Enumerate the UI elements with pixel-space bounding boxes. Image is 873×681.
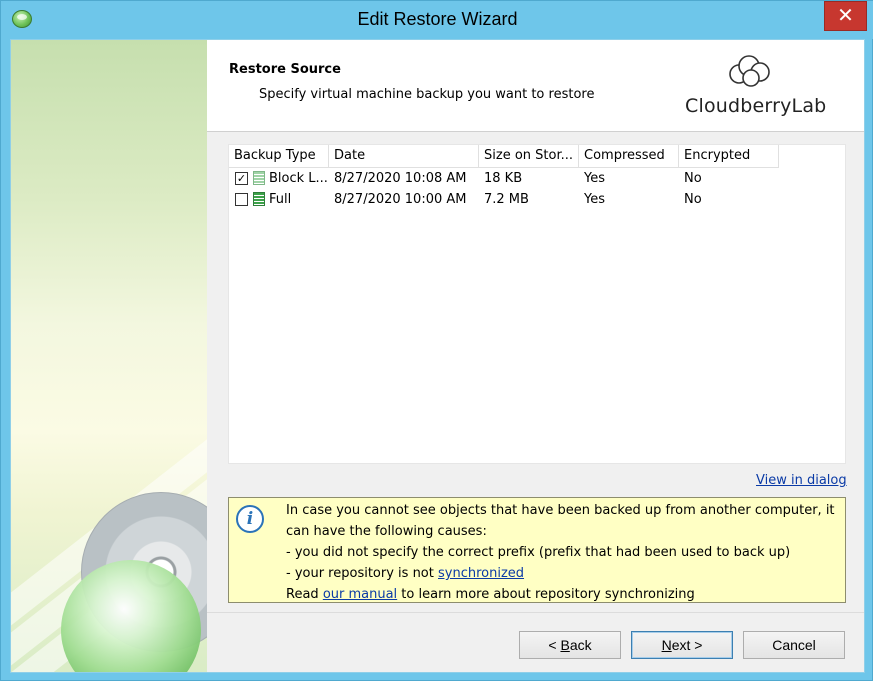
info-text-fragment: - your repository is not — [286, 566, 438, 581]
cell-encrypted: No — [684, 192, 702, 207]
cell-compressed: Yes — [584, 192, 605, 207]
view-in-dialog-link[interactable]: View in dialog — [756, 473, 847, 488]
back-button[interactable]: < Back — [519, 631, 621, 659]
cell-encrypted: No — [684, 171, 702, 186]
next-button-accelerator: N — [661, 637, 672, 653]
table-row[interactable]: Full 8/27/2020 10:00 AM 7.2 MB Yes No — [229, 189, 846, 210]
window-title: Edit Restore Wizard — [357, 9, 518, 29]
cell-size: 7.2 MB — [484, 192, 529, 207]
title-bar[interactable]: Edit Restore Wizard ✕ — [1, 1, 873, 39]
backup-list-table[interactable]: Backup Type Date Size on Stor... Compres… — [228, 144, 846, 464]
next-button[interactable]: Next > — [631, 631, 733, 659]
wizard-sidebar-art — [11, 40, 207, 672]
block-level-backup-icon — [253, 171, 265, 185]
back-button-accelerator: B — [560, 637, 570, 653]
wizard-window: Edit Restore Wizard ✕ Restore Source Spe… — [0, 0, 873, 681]
info-text: In case you cannot see objects that have… — [286, 500, 836, 605]
full-backup-icon — [253, 192, 265, 206]
wizard-body: Restore Source Specify virtual machine b… — [10, 39, 865, 673]
page-title: Restore Source — [229, 62, 341, 77]
info-line: can have the following causes: — [286, 524, 487, 539]
column-header-date-label: Date — [334, 148, 366, 163]
next-button-label: ext > — [671, 637, 703, 653]
info-text-fragment: to learn more about repository synchroni… — [397, 587, 695, 602]
info-panel: i In case you cannot see objects that ha… — [228, 497, 846, 603]
column-header-encrypted[interactable]: Encrypted — [679, 145, 779, 167]
column-header-compressed[interactable]: Compressed — [579, 145, 679, 167]
cell-date: 8/27/2020 10:08 AM — [334, 171, 467, 186]
button-bar-divider — [207, 612, 864, 613]
cell-backup-type: Block L... — [269, 171, 328, 186]
back-button-prefix: < — [548, 637, 561, 653]
info-line: Read our manual to learn more about repo… — [286, 584, 836, 605]
info-line: - your repository is not synchronized — [286, 563, 836, 584]
synchronized-link[interactable]: synchronized — [438, 566, 524, 581]
column-header-size[interactable]: Size on Stor... — [479, 145, 579, 167]
cell-backup-type: Full — [269, 192, 292, 207]
table-header: Backup Type Date Size on Stor... Compres… — [229, 145, 779, 168]
back-button-label: ack — [569, 637, 592, 653]
wizard-header: Restore Source Specify virtual machine b… — [207, 40, 864, 132]
row-checkbox[interactable] — [235, 193, 248, 206]
cloudberry-logo-icon — [729, 55, 770, 87]
cell-size: 18 KB — [484, 171, 523, 186]
cloudberry-logo-text: CloudberryLab — [685, 95, 827, 117]
page-subtitle: Specify virtual machine backup you want … — [259, 87, 595, 102]
cell-date: 8/27/2020 10:00 AM — [334, 192, 467, 207]
info-line: In case you cannot see objects that have… — [286, 503, 835, 518]
cell-compressed: Yes — [584, 171, 605, 186]
close-button[interactable]: ✕ — [824, 1, 867, 31]
info-line: - you did not specify the correct prefix… — [286, 545, 791, 560]
our-manual-link[interactable]: our manual — [323, 587, 397, 602]
column-header-date[interactable]: Date — [329, 145, 509, 167]
row-checkbox[interactable]: ✓ — [235, 172, 248, 185]
column-header-backup-type[interactable]: Backup Type — [229, 145, 329, 167]
info-icon: i — [236, 505, 264, 533]
info-text-fragment: Read — [286, 587, 323, 602]
cancel-button[interactable]: Cancel — [743, 631, 845, 659]
table-row[interactable]: ✓ Block L... 8/27/2020 10:08 AM 18 KB Ye… — [229, 168, 846, 189]
